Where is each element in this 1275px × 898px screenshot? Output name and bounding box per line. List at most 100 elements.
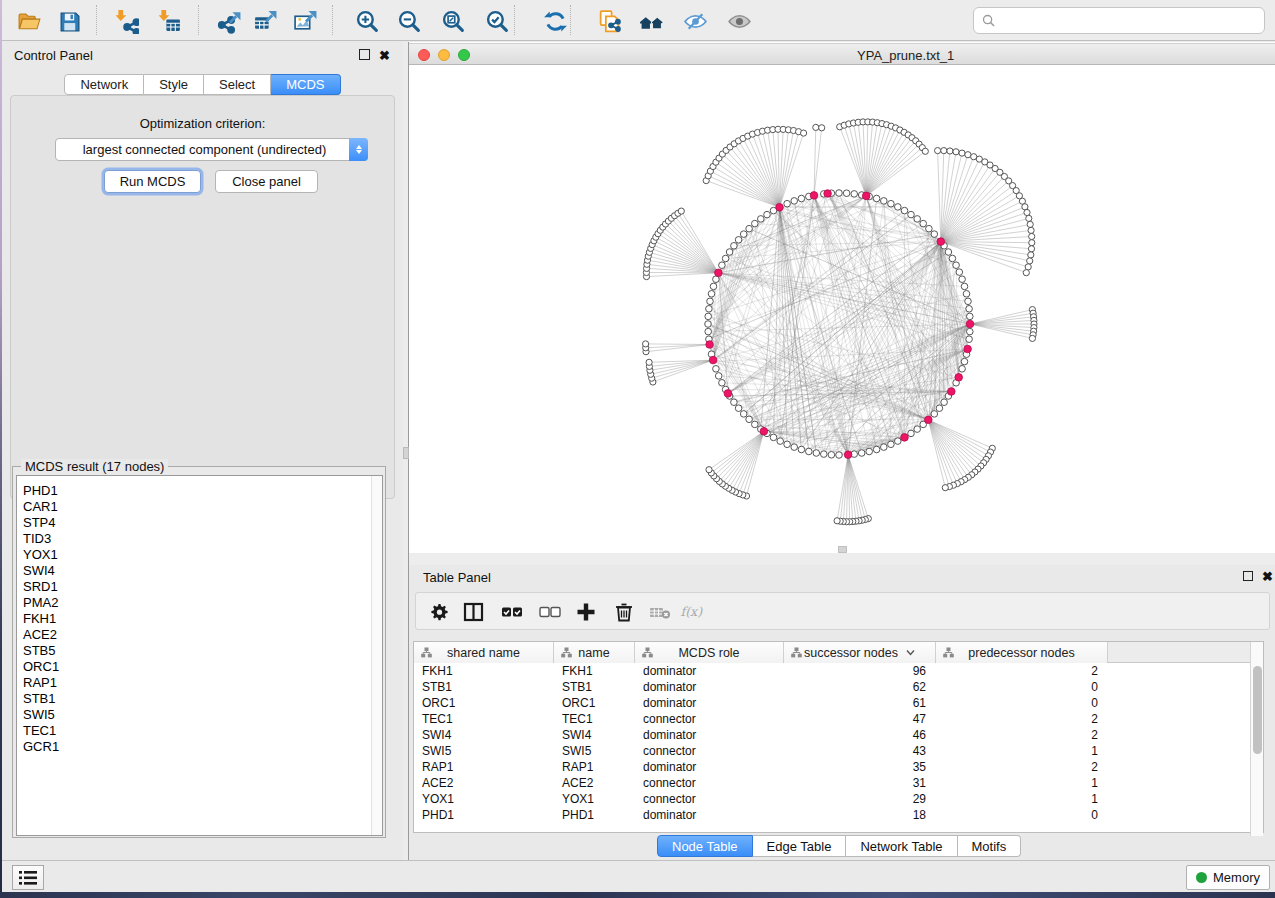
tab-edge-table[interactable]: Edge Table [753, 835, 847, 857]
table-row[interactable]: ACE2ACE2connector311 [414, 775, 1255, 791]
tab-network-table[interactable]: Network Table [846, 835, 957, 857]
delete-columns-button[interactable] [610, 598, 638, 626]
tab-mcds[interactable]: MCDS [271, 74, 340, 95]
float-table-panel-icon[interactable] [1243, 571, 1253, 581]
result-node[interactable]: CAR1 [17, 499, 382, 515]
table-row[interactable]: FKH1FKH1dominator962 [414, 663, 1255, 679]
result-node[interactable]: SWI4 [17, 563, 382, 579]
table-row[interactable]: ORC1ORC1dominator610 [414, 695, 1255, 711]
result-scrollbar[interactable] [371, 476, 382, 835]
result-node[interactable]: PHD1 [17, 483, 382, 499]
result-node[interactable]: SRD1 [17, 579, 382, 595]
refresh-button[interactable] [540, 7, 570, 35]
tab-select[interactable]: Select [204, 74, 271, 95]
zoom-in-button[interactable] [352, 7, 382, 35]
column-header-predecessor-nodes[interactable]: predecessor nodes [936, 642, 1108, 663]
export-table-button[interactable] [250, 7, 280, 35]
zoom-out-button[interactable] [394, 7, 424, 35]
result-node[interactable]: TID3 [17, 531, 382, 547]
cell: STB1 [414, 679, 554, 695]
network-view-titlebar[interactable]: YPA_prune.txt_1 [409, 43, 1275, 65]
result-node[interactable]: ORC1 [17, 659, 382, 675]
horizontal-splitter[interactable] [409, 553, 1275, 565]
cell: 35 [784, 759, 936, 775]
copy-network-icon [597, 9, 622, 34]
close-window-button[interactable] [418, 49, 430, 61]
cell: dominator [635, 695, 784, 711]
table-row[interactable]: RAP1RAP1dominator352 [414, 759, 1255, 775]
table-row[interactable]: SWI5SWI5connector431 [414, 743, 1255, 759]
search-icon [982, 14, 995, 27]
close-panel-icon[interactable]: ✖ [379, 48, 390, 63]
export-network-button[interactable] [214, 7, 244, 35]
export-image-button[interactable] [290, 7, 320, 35]
table-row[interactable]: YOX1YOX1connector291 [414, 791, 1255, 807]
tab-node-table[interactable]: Node Table [657, 835, 753, 857]
unselect-all-columns-button[interactable] [536, 598, 564, 626]
result-node[interactable]: STB1 [17, 691, 382, 707]
memory-button[interactable]: Memory [1186, 865, 1270, 890]
open-icon [17, 9, 42, 34]
table-row[interactable]: STB1STB1dominator620 [414, 679, 1255, 695]
table-scrollbar[interactable] [1250, 642, 1263, 836]
run-mcds-button[interactable]: Run MCDS [104, 170, 201, 193]
result-node[interactable]: TEC1 [17, 723, 382, 739]
column-header-successor-nodes[interactable]: successor nodes [784, 642, 936, 663]
node-table: shared namenameMCDS rolesuccessor nodesp… [413, 641, 1264, 833]
minimize-window-button[interactable] [438, 49, 450, 61]
float-panel-icon[interactable] [359, 49, 370, 60]
mcds-result-list[interactable]: PHD1CAR1STP4TID3YOX1SWI4SRD1PMA2FKH1ACE2… [16, 475, 383, 836]
import-table-button[interactable] [154, 7, 184, 35]
result-node[interactable]: GCR1 [17, 739, 382, 755]
table-row[interactable]: SWI4SWI4dominator462 [414, 727, 1255, 743]
tab-motifs[interactable]: Motifs [958, 835, 1022, 857]
tab-network[interactable]: Network [64, 74, 144, 95]
cell: 2 [936, 663, 1108, 679]
splitter-grip[interactable] [838, 546, 847, 553]
close-panel-button[interactable]: Close panel [215, 170, 318, 193]
column-header-shared-name[interactable]: shared name [414, 642, 554, 663]
hide-selected-button[interactable] [680, 7, 710, 35]
close-table-panel-icon[interactable]: ✖ [1262, 569, 1273, 584]
split-columns-button[interactable] [460, 598, 488, 626]
show-all-icon [727, 9, 752, 34]
add-column-button[interactable] [572, 598, 600, 626]
result-node[interactable]: PMA2 [17, 595, 382, 611]
zoom-fit-button[interactable] [438, 7, 468, 35]
zoom-selected-icon [485, 9, 510, 34]
table-row[interactable]: PHD1PHD1dominator180 [414, 807, 1255, 823]
zoom-selected-button[interactable] [482, 7, 512, 35]
result-node[interactable]: STP4 [17, 515, 382, 531]
control-panel-tabs: NetworkStyleSelectMCDS [2, 74, 403, 95]
cell: YOX1 [554, 791, 635, 807]
column-header-MCDS-role[interactable]: MCDS role [635, 642, 784, 663]
cell: ACE2 [414, 775, 554, 791]
tab-style[interactable]: Style [144, 74, 204, 95]
result-node[interactable]: ACE2 [17, 627, 382, 643]
first-neighbors-button[interactable] [636, 7, 666, 35]
result-node[interactable]: STB5 [17, 643, 382, 659]
copy-network-button[interactable] [594, 7, 624, 35]
show-all-button[interactable] [724, 7, 754, 35]
result-node[interactable]: RAP1 [17, 675, 382, 691]
zoom-out-icon [397, 9, 422, 34]
sort-descending-icon [906, 649, 915, 656]
table-row[interactable]: TEC1TEC1connector472 [414, 711, 1255, 727]
zoom-window-button[interactable] [458, 49, 470, 61]
export-network-icon [217, 9, 242, 34]
column-header-name[interactable]: name [554, 642, 635, 663]
search-input[interactable] [973, 7, 1265, 34]
save-button[interactable] [54, 7, 84, 35]
task-history-button[interactable] [12, 865, 44, 890]
cell: 1 [936, 791, 1108, 807]
select-all-columns-button[interactable] [498, 598, 526, 626]
result-node[interactable]: SWI5 [17, 707, 382, 723]
open-button[interactable] [14, 7, 44, 35]
table-scrollbar-thumb[interactable] [1253, 666, 1262, 754]
result-node[interactable]: YOX1 [17, 547, 382, 563]
result-node[interactable]: FKH1 [17, 611, 382, 627]
criterion-select[interactable]: largest connected component (undirected) [55, 138, 368, 161]
import-network-button[interactable] [111, 7, 141, 35]
settings-button[interactable] [426, 598, 454, 626]
network-canvas[interactable] [409, 66, 1274, 559]
